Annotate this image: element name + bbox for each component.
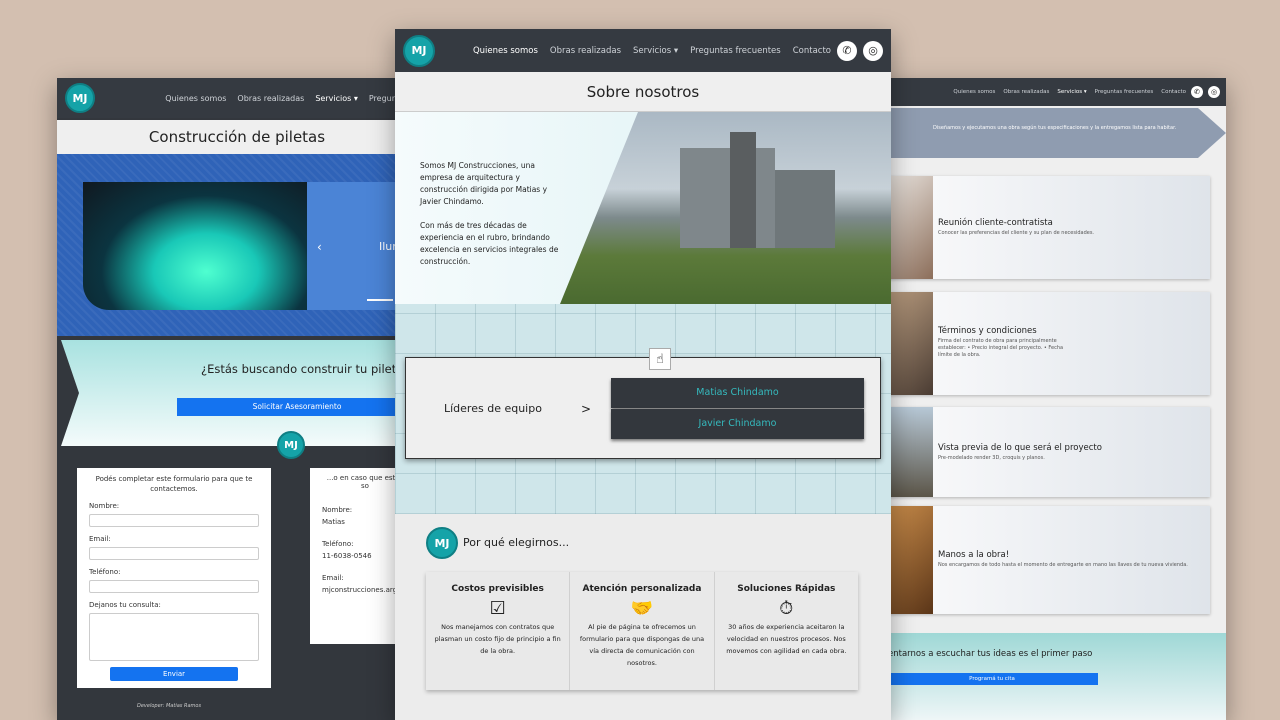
step-card: Reunión cliente-contratista Conocer las … [888, 176, 1210, 279]
phone-field[interactable] [89, 580, 259, 593]
leader-button-matias[interactable]: Matias Chindamo [611, 378, 864, 408]
schedule-button[interactable]: Programá tu cita [886, 673, 1098, 685]
step-card: Manos a la obra! Nos encargamos de todo … [888, 506, 1210, 614]
email-label: Email: [89, 535, 111, 543]
navbar: Quienes somos Obras realizadas Servicios… [878, 78, 1226, 106]
logo[interactable]: MJ [403, 34, 435, 67]
step-card: Vista previa de lo que será el proyecto … [888, 407, 1210, 497]
step-title: Términos y condiciones [938, 326, 1037, 336]
step-card: Términos y condiciones Firma del contrat… [888, 292, 1210, 395]
step-image [888, 292, 933, 395]
feature-costos: Costos previsibles ☑ Nos manejamos con c… [426, 572, 571, 690]
step-title: Reunión cliente-contratista [938, 218, 1053, 228]
chevron-left-icon[interactable]: ‹ [317, 240, 322, 254]
blueprint-section: Líderes de equipo > Matias Chindamo Javi… [395, 304, 891, 514]
hero-intro: Somos MJ Construcciones, una empresa de … [420, 161, 548, 206]
nav-quienes-somos[interactable]: Quienes somos [165, 94, 226, 103]
feature-desc: Al pie de página te ofrecemos un formula… [579, 623, 705, 667]
query-label: Dejanos tu consulta: [89, 601, 161, 609]
logo-badge: MJ [277, 431, 305, 459]
logo-badge: MJ [426, 527, 458, 559]
carousel-indicator[interactable] [367, 299, 393, 301]
whatsapp-icon[interactable]: ✆ [837, 40, 857, 61]
nav-preguntas-frecuentes[interactable]: Preguntas frecuentes [690, 46, 781, 56]
instagram-icon[interactable]: ◎ [1208, 86, 1220, 98]
nav-contacto[interactable]: Contacto [1161, 89, 1186, 95]
feature-desc: 30 años de experiencia aceitaron la velo… [726, 623, 847, 655]
pool-image [83, 182, 307, 310]
stopwatch-icon: ⏱ [779, 598, 794, 619]
leaders-box: Líderes de equipo > Matias Chindamo Javi… [405, 357, 881, 459]
step-title: Manos a la obra! [938, 550, 1010, 560]
handshake-icon: 🤝 [630, 598, 654, 619]
nav-servicios[interactable]: Servicios ▾ [1057, 89, 1086, 95]
arrow-label: > [581, 402, 592, 416]
instagram-icon[interactable]: ◎ [863, 40, 883, 61]
request-advice-button[interactable]: Solicitar Asesoramiento [177, 398, 417, 416]
step-desc: Firma del contrato de obra para principa… [938, 338, 1064, 358]
name-label: Nombre: [89, 502, 120, 510]
step-image [888, 506, 933, 614]
step-desc: Conocer las preferencias del cliente y s… [938, 230, 1095, 236]
step-image [888, 407, 933, 497]
pool-page-window: MJ Quienes somos Obras realizadas Servic… [57, 78, 417, 720]
step-title: Vista previa de lo que será el proyecto [938, 443, 1102, 453]
intro-arrow: Diseñamos y ejecutamos una obra según tu… [878, 108, 1226, 158]
hero-experience: Con más de tres décadas de experiencia e… [420, 221, 559, 266]
submit-button[interactable]: Enviar [110, 667, 238, 681]
logo[interactable]: MJ [65, 83, 95, 113]
nav-quienes-somos[interactable]: Quienes somos [473, 46, 538, 56]
nav-obras-realizadas[interactable]: Obras realizadas [237, 94, 304, 103]
feature-title: Costos previsibles [451, 584, 544, 594]
step-desc: Pre-modelado render 3D, croquis y planos… [938, 455, 1045, 461]
feature-atencion: Atención personalizada 🤝 Al pie de págin… [570, 572, 715, 690]
navbar: MJ Quienes somos Obras realizadas Servic… [57, 78, 417, 118]
feature-desc: Nos manejamos con contratos que plasman … [434, 623, 561, 655]
footer-credit: Developer: Matias Ramos [137, 703, 202, 709]
hero-section: Somos MJ Construcciones, una empresa de … [395, 112, 891, 304]
contact-form: Podés completar este formulario para que… [77, 468, 271, 688]
nav-contacto[interactable]: Contacto [793, 46, 831, 56]
nav-quienes-somos[interactable]: Quienes somos [953, 89, 995, 95]
feature-title: Soluciones Rápidas [737, 584, 836, 594]
nav-obras-realizadas[interactable]: Obras realizadas [1003, 89, 1049, 95]
carousel-section: ‹ Ilum [57, 154, 417, 336]
feature-title: Atención personalizada [582, 584, 702, 594]
why-us-section: MJ Por qué elegirnos... Costos previsibl… [395, 514, 891, 720]
feature-soluciones: Soluciones Rápidas ⏱ 30 años de experien… [715, 572, 858, 690]
leader-button-javier[interactable]: Javier Chindamo [611, 409, 864, 439]
appointment-text: entarnos a escuchar tus ideas es el prim… [888, 649, 1093, 659]
pointer-hand-icon: ☝ [649, 348, 671, 370]
clipboard-check-icon: ☑ [489, 598, 506, 619]
step-desc: Nos encargamos de todo hasta el momento … [938, 562, 1188, 568]
form-heading: Podés completar este formulario para que… [95, 475, 253, 493]
services-page-window: Quienes somos Obras realizadas Servicios… [878, 78, 1226, 720]
name-field[interactable] [89, 514, 259, 527]
house-image [560, 112, 891, 304]
nav-servicios[interactable]: Servicios ▾ [633, 46, 678, 56]
phone-label: Teléfono: [89, 568, 121, 576]
appointment-banner: entarnos a escuchar tus ideas es el prim… [878, 633, 1226, 720]
email-field[interactable] [89, 547, 259, 560]
page-title: Construcción de piletas [57, 120, 417, 154]
whatsapp-icon[interactable]: ✆ [1191, 86, 1203, 98]
step-image [888, 176, 933, 279]
cta-question: ¿Estás buscando construir tu pileta? [201, 362, 410, 376]
nav-servicios[interactable]: Servicios ▾ [315, 94, 358, 103]
navbar: MJ Quienes somos Obras realizadas Servic… [395, 29, 891, 72]
leaders-label: Líderes de equipo [444, 402, 542, 415]
nav-obras-realizadas[interactable]: Obras realizadas [550, 46, 621, 56]
nav-preguntas-frecuentes[interactable]: Preguntas frecuentes [1095, 89, 1154, 95]
page-title: Sobre nosotros [395, 72, 891, 112]
about-page-window: MJ Quienes somos Obras realizadas Servic… [395, 29, 891, 720]
cta-banner: ¿Estás buscando construir tu pileta? Sol… [61, 340, 417, 446]
query-textarea[interactable] [89, 613, 259, 661]
why-us-title: Por qué elegirnos... [463, 536, 570, 549]
